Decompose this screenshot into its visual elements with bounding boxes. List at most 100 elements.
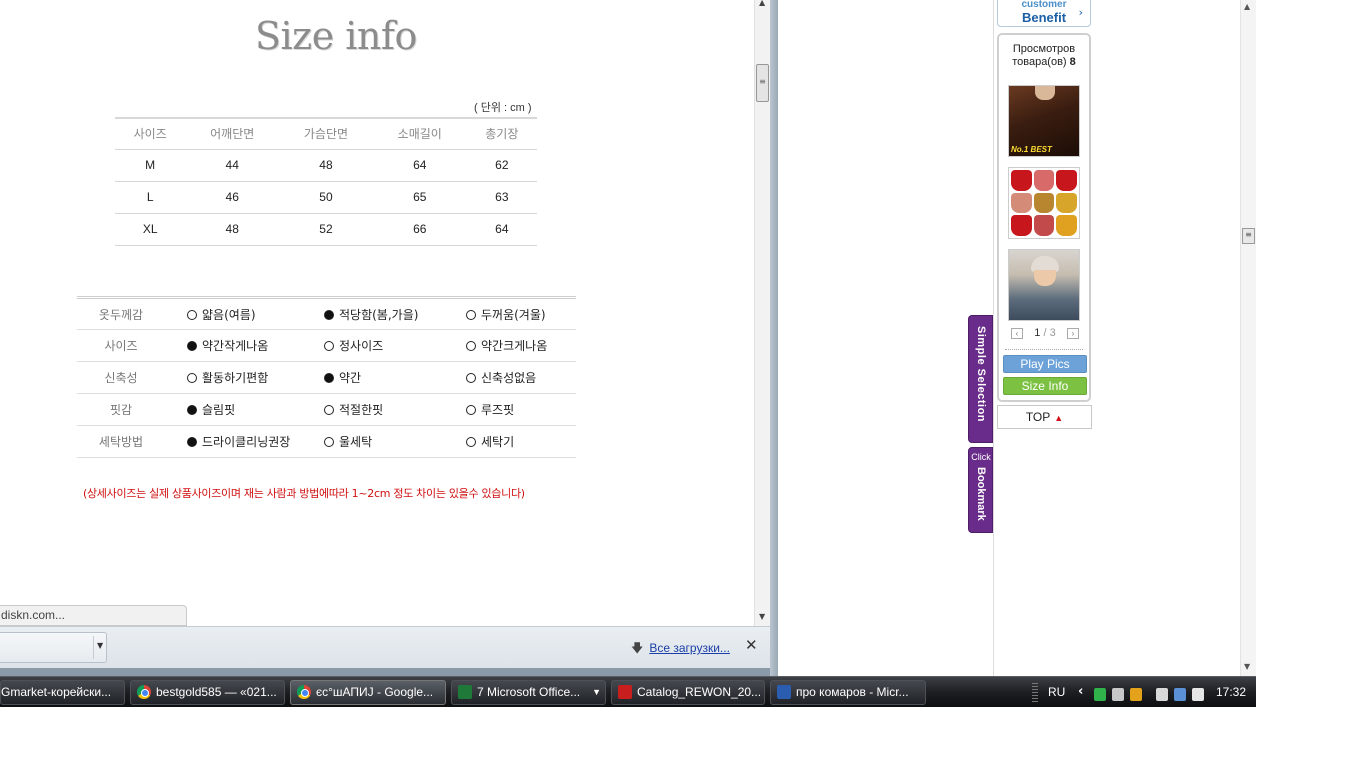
simple-selection-tab[interactable]: Simple Selection — [968, 315, 993, 443]
triangle-up-icon: ▲ — [1054, 413, 1064, 423]
volume-icon[interactable] — [1192, 688, 1204, 701]
popup-scrollbar[interactable]: ▲ ≡ ▼ — [754, 0, 770, 626]
chevron-down-icon: ▼ — [592, 687, 601, 697]
scroll-down-icon[interactable]: ▼ — [759, 612, 765, 621]
scroll-thumb[interactable]: ≡ — [1242, 228, 1255, 244]
taskbar-label: 7 Microsoft Office... — [477, 685, 581, 699]
fit-option: 울세탁 — [324, 425, 466, 458]
fit-option: 약간 — [324, 361, 466, 394]
best-badge: No.1 BEST — [1011, 145, 1052, 154]
viewed-count: 8 — [1069, 56, 1076, 68]
tray-app-icon[interactable] — [1094, 688, 1106, 701]
fit-option: 활동하기편함 — [187, 361, 324, 394]
window-frame-edge — [770, 0, 778, 676]
tray-grip[interactable] — [1032, 683, 1038, 703]
all-downloads-label: Все загрузки... — [649, 641, 730, 655]
customer-benefit-button[interactable]: customer Benefit › — [997, 0, 1091, 27]
scroll-down-icon[interactable]: ▼ — [1244, 662, 1250, 671]
size-cell: 48 — [279, 149, 373, 182]
scroll-thumb[interactable]: ≡ — [756, 64, 769, 102]
tray-tool-icon[interactable] — [1112, 688, 1124, 701]
top-button[interactable]: TOP ▲ — [997, 405, 1092, 429]
fit-option: 드라이클리닝권장 — [187, 425, 324, 458]
next-arrow-icon[interactable]: › — [1067, 328, 1079, 339]
download-item[interactable]: ▼ — [0, 632, 107, 663]
fit-label: 사이즈 — [77, 329, 187, 362]
top-label: TOP — [1025, 410, 1051, 424]
viewed-item-jacket[interactable]: No.1 BEST — [1008, 85, 1080, 157]
tray-device-icon[interactable] — [1156, 688, 1168, 701]
radio-empty-icon — [466, 309, 476, 320]
scroll-up-icon[interactable]: ▲ — [1244, 2, 1250, 11]
radio-filled-icon — [187, 341, 197, 351]
fit-label: 핏감 — [77, 393, 187, 426]
size-cell: XL — [115, 213, 186, 246]
background-scrollbar[interactable]: ▲ ≡ ▼ — [1240, 0, 1256, 676]
chrome-icon — [137, 685, 151, 699]
radio-empty-icon — [466, 437, 476, 447]
fit-option: 신축성없음 — [466, 361, 576, 394]
size-cell: 64 — [372, 149, 467, 182]
taskbar-button-word[interactable]: про комаров - Micr... — [770, 680, 926, 705]
size-cell: L — [115, 181, 186, 214]
word-icon — [777, 685, 791, 699]
fit-row: 신축성 활동하기편함 약간 신축성없음 — [77, 361, 576, 394]
radio-filled-icon — [324, 373, 334, 383]
size-cell: 52 — [279, 213, 373, 246]
fit-option-label: 약간크게나옴 — [481, 339, 548, 353]
size-header-cell: 가슴단면 — [279, 118, 373, 150]
fit-label: 신축성 — [77, 361, 187, 394]
play-pics-button[interactable]: Play Pics — [1003, 355, 1087, 373]
chevron-down-icon[interactable]: ▼ — [97, 641, 103, 650]
taskbar-button-bestgold[interactable]: bestgold585 — «021... — [130, 680, 285, 705]
size-header-cell: 소매길이 — [372, 118, 467, 150]
close-icon[interactable]: ✕ — [745, 636, 758, 654]
viewed-item-kid[interactable] — [1008, 249, 1080, 321]
fit-option: 약간작게나옴 — [187, 329, 324, 362]
taskbar: Gmarket-корейски... bestgold585 — «021..… — [0, 676, 1256, 707]
clock[interactable]: 17:32 — [1216, 685, 1246, 699]
tray-expand-icon[interactable]: ‹ — [1078, 684, 1083, 699]
fit-option-label: 울세탁 — [339, 435, 373, 449]
recently-viewed-panel: Просмотров товара(ов) 8 No.1 BEST ‹ 1 / … — [997, 33, 1091, 402]
chrome-icon — [297, 685, 311, 699]
prev-arrow-icon[interactable]: ‹ — [1011, 328, 1023, 339]
page-divider — [993, 0, 994, 676]
viewed-title: Просмотров товара(ов) 8 — [999, 43, 1089, 69]
fit-row: 세탁방법 드라이클리닝권장 울세탁 세탁기 — [77, 425, 576, 458]
taskbar-button-catalog[interactable]: Catalog_REWON_20... — [611, 680, 765, 705]
size-cell: M — [115, 149, 186, 182]
size-header-cell: 어깨단면 — [185, 118, 280, 150]
fit-option: 슬림핏 — [187, 393, 324, 426]
download-bar: ▼ 🡇 Все загрузки... ✕ — [0, 626, 770, 668]
fit-option-label: 얇음(여름) — [202, 307, 256, 322]
jacket-model-face — [1035, 86, 1055, 100]
network-icon[interactable] — [1174, 688, 1186, 701]
taskbar-button-gmarket[interactable]: Gmarket-корейски... — [0, 680, 125, 705]
scroll-up-icon[interactable]: ▲ — [759, 0, 765, 7]
table-row: L 46 50 65 63 — [115, 181, 537, 214]
download-item-separator — [93, 636, 94, 659]
fit-option-label: 슬림핏 — [202, 403, 236, 417]
radio-empty-icon — [324, 405, 334, 415]
fit-option: 세탁기 — [466, 425, 576, 458]
fit-option-label: 적절한핏 — [339, 403, 384, 417]
size-cell: 46 — [185, 181, 280, 214]
tray-folder-icon[interactable] — [1130, 688, 1142, 701]
size-cell: 64 — [466, 213, 537, 246]
size-table: 사이즈 어깨단면 가슴단면 소매길이 총기장 M 44 48 64 62 L 46 50 65 63 XL 4… — [115, 117, 537, 246]
language-indicator[interactable]: RU — [1048, 685, 1065, 699]
size-info-button[interactable]: Size Info — [1003, 377, 1087, 395]
taskbar-label: єс°шАПИЈ - Google... — [316, 685, 434, 699]
bookmark-tab[interactable]: Click Bookmark — [968, 447, 993, 533]
fit-option-label: 신축성없음 — [481, 371, 537, 385]
taskbar-button-office[interactable]: 7 Microsoft Office... ▼ — [451, 680, 606, 705]
radio-empty-icon — [466, 405, 476, 415]
taskbar-button-google[interactable]: єс°шАПИЈ - Google... — [290, 680, 446, 705]
all-downloads-link[interactable]: 🡇 Все загрузки... — [631, 639, 730, 660]
fit-table-body: 옷두께감 얇음(여름) 적당함(봄,가을) 두꺼움(겨울) 사이즈 약간작게나옴 정사이즈 약… — [77, 297, 576, 458]
taskbar-label: Catalog_REWON_20... — [637, 685, 762, 699]
viewed-item-coats[interactable] — [1008, 167, 1080, 239]
fit-option: 루즈핏 — [466, 393, 576, 426]
viewed-title-text: Просмотров товара(ов) — [1012, 43, 1076, 68]
